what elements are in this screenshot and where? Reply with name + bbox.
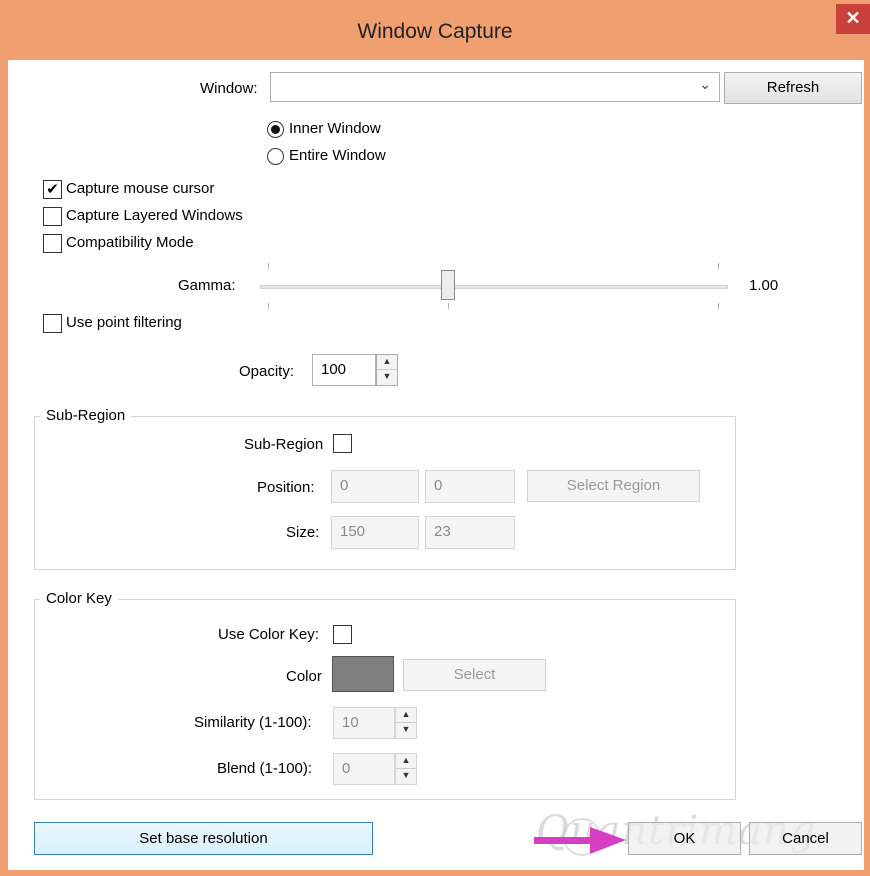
opacity-stepper[interactable]: ▲ ▼ bbox=[376, 354, 398, 386]
gamma-label: Gamma: bbox=[178, 277, 236, 294]
slider-tick bbox=[268, 303, 269, 309]
gamma-value: 1.00 bbox=[749, 277, 779, 294]
capture-layered-windows-label[interactable]: Capture Layered Windows bbox=[66, 207, 243, 224]
window-border-right bbox=[864, 60, 870, 876]
capture-layered-windows-checkbox[interactable] bbox=[43, 207, 62, 226]
arrow-pointer-icon bbox=[534, 818, 626, 856]
use-color-key-checkbox[interactable] bbox=[333, 625, 352, 644]
sub-region-group-title: Sub-Region bbox=[40, 407, 132, 424]
similarity-label: Similarity (1-100): bbox=[194, 714, 312, 731]
blend-label: Blend (1-100): bbox=[217, 760, 313, 777]
arrow-head bbox=[590, 827, 626, 854]
window-border-bottom bbox=[0, 870, 870, 876]
size-width-input[interactable]: 150 bbox=[331, 516, 419, 549]
similarity-input[interactable]: 10 bbox=[333, 707, 395, 739]
slider-tick bbox=[268, 263, 269, 269]
close-button[interactable]: ✕ bbox=[836, 4, 870, 34]
gamma-slider-track[interactable] bbox=[260, 285, 728, 289]
window-select[interactable]: ⌄ bbox=[270, 72, 720, 102]
size-height-input[interactable]: 23 bbox=[425, 516, 515, 549]
position-label: Position: bbox=[257, 479, 315, 496]
position-x-input[interactable]: 0 bbox=[331, 470, 419, 503]
capture-mouse-cursor-checkbox[interactable]: ✔ bbox=[43, 180, 62, 199]
color-swatch[interactable] bbox=[332, 656, 394, 692]
size-label: Size: bbox=[286, 524, 320, 541]
window-border-left bbox=[0, 60, 8, 876]
slider-tick bbox=[448, 303, 449, 309]
similarity-stepper[interactable]: ▲ ▼ bbox=[395, 707, 417, 739]
stepper-down-icon[interactable]: ▼ bbox=[396, 769, 416, 784]
stepper-up-icon[interactable]: ▲ bbox=[396, 754, 416, 769]
stepper-down-icon[interactable]: ▼ bbox=[396, 723, 416, 738]
position-y-input[interactable]: 0 bbox=[425, 470, 515, 503]
set-base-resolution-button[interactable]: Set base resolution bbox=[34, 822, 373, 855]
refresh-button[interactable]: Refresh bbox=[724, 72, 862, 104]
color-key-group-title: Color Key bbox=[40, 590, 118, 607]
color-label: Color bbox=[286, 668, 322, 685]
window-title: Window Capture bbox=[357, 20, 513, 43]
opacity-input[interactable]: 100 bbox=[312, 354, 376, 386]
compatibility-mode-label[interactable]: Compatibility Mode bbox=[66, 234, 194, 251]
arrow-shaft bbox=[534, 837, 594, 844]
stepper-up-icon[interactable]: ▲ bbox=[377, 355, 397, 370]
blend-stepper[interactable]: ▲ ▼ bbox=[395, 753, 417, 785]
entire-window-label[interactable]: Entire Window bbox=[289, 147, 386, 164]
checkmark-icon: ✔ bbox=[46, 181, 59, 198]
sub-region-checkbox[interactable] bbox=[333, 434, 352, 453]
gamma-slider-thumb[interactable] bbox=[441, 270, 455, 300]
opacity-label: Opacity: bbox=[239, 363, 295, 380]
cancel-button[interactable]: Cancel bbox=[749, 822, 862, 855]
slider-tick bbox=[718, 263, 719, 269]
capture-mouse-cursor-label[interactable]: Capture mouse cursor bbox=[66, 180, 214, 197]
select-color-button[interactable]: Select bbox=[403, 659, 546, 691]
entire-window-radio[interactable] bbox=[267, 148, 284, 165]
blend-input[interactable]: 0 bbox=[333, 753, 395, 785]
select-region-button[interactable]: Select Region bbox=[527, 470, 700, 502]
use-color-key-label[interactable]: Use Color Key: bbox=[218, 626, 319, 643]
stepper-up-icon[interactable]: ▲ bbox=[396, 708, 416, 723]
slider-tick bbox=[718, 303, 719, 309]
close-icon: ✕ bbox=[845, 8, 861, 28]
inner-window-label[interactable]: Inner Window bbox=[289, 120, 381, 137]
sub-region-enable-label[interactable]: Sub-Region bbox=[244, 436, 323, 453]
ok-button[interactable]: OK bbox=[628, 822, 741, 855]
chevron-down-icon[interactable]: ⌄ bbox=[699, 76, 711, 93]
window-label: Window: bbox=[200, 80, 258, 97]
use-point-filtering-checkbox[interactable] bbox=[43, 314, 62, 333]
inner-window-radio[interactable] bbox=[267, 121, 284, 138]
compatibility-mode-checkbox[interactable] bbox=[43, 234, 62, 253]
use-point-filtering-label[interactable]: Use point filtering bbox=[66, 314, 182, 331]
stepper-down-icon[interactable]: ▼ bbox=[377, 370, 397, 385]
